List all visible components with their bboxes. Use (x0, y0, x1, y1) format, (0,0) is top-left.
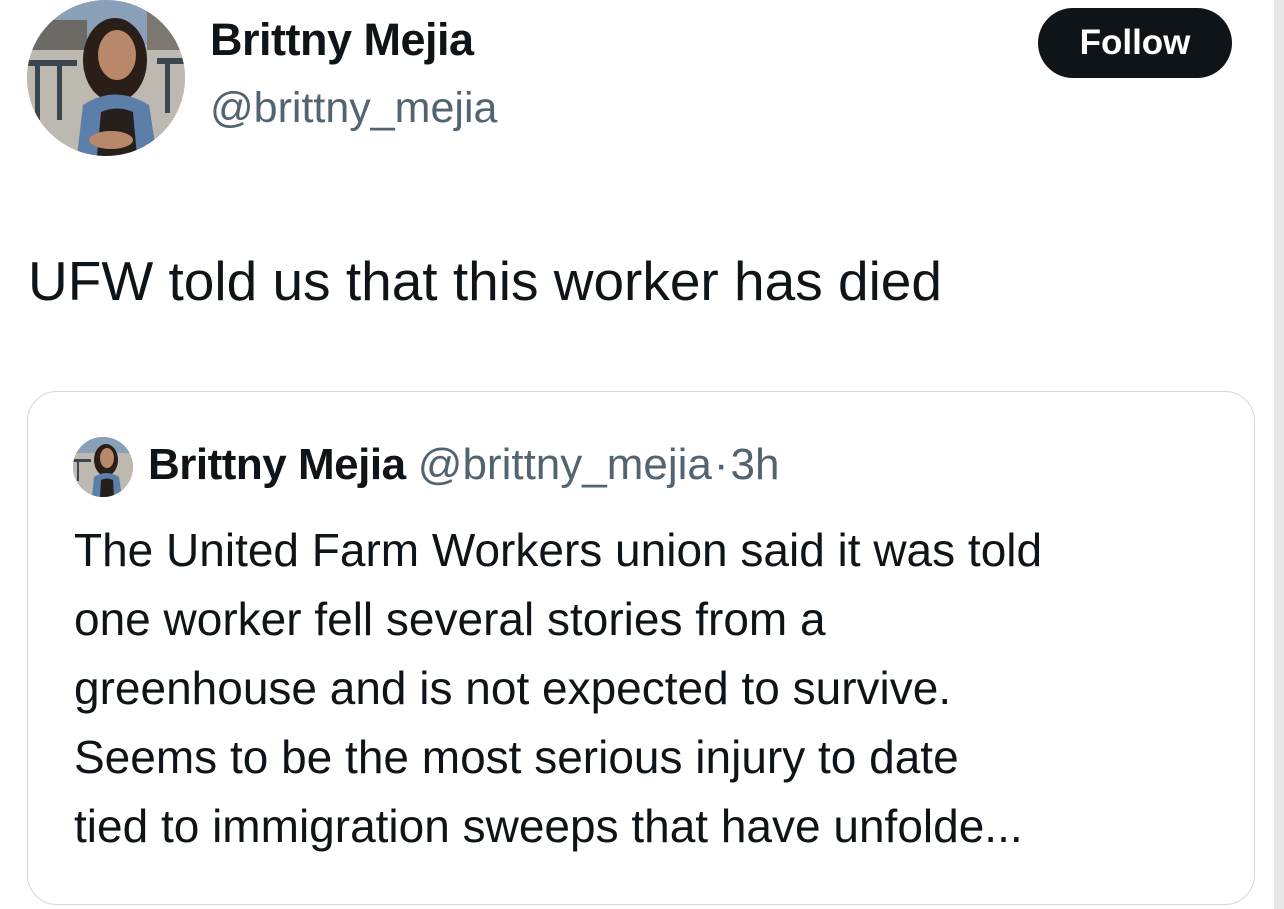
quoted-author-avatar[interactable] (73, 437, 133, 497)
scroll-edge (1274, 0, 1284, 909)
quoted-tweet-line: one worker fell several stories from a (74, 593, 826, 645)
quoted-tweet-card[interactable]: Brittny Mejia @brittny_mejia·3h The Unit… (27, 391, 1255, 905)
author-name[interactable]: Brittny Mejia (210, 14, 474, 66)
quoted-tweet-header: Brittny Mejia @brittny_mejia·3h (148, 440, 780, 490)
quoted-tweet-line: tied to immigration sweeps that have unf… (74, 800, 1023, 852)
quoted-author-handle[interactable]: @brittny_mejia (418, 440, 712, 489)
quoted-tweet-line: greenhouse and is not expected to surviv… (74, 662, 952, 714)
author-avatar[interactable] (27, 0, 185, 156)
author-handle[interactable]: @brittny_mejia (210, 84, 497, 133)
profile-photo-small-icon (73, 437, 133, 497)
tweet-text: UFW told us that this worker has died (28, 250, 942, 312)
quoted-tweet-line: The United Farm Workers union said it wa… (74, 524, 1043, 576)
quoted-tweet-text: The United Farm Workers union said it wa… (74, 516, 1234, 861)
follow-button[interactable]: Follow (1038, 8, 1232, 78)
quoted-tweet-line: Seems to be the most serious injury to d… (74, 731, 959, 783)
profile-photo-icon (27, 0, 185, 156)
separator-dot: · (713, 440, 729, 489)
quoted-tweet-time[interactable]: 3h (731, 440, 780, 489)
quoted-author-name[interactable]: Brittny Mejia (148, 440, 406, 489)
